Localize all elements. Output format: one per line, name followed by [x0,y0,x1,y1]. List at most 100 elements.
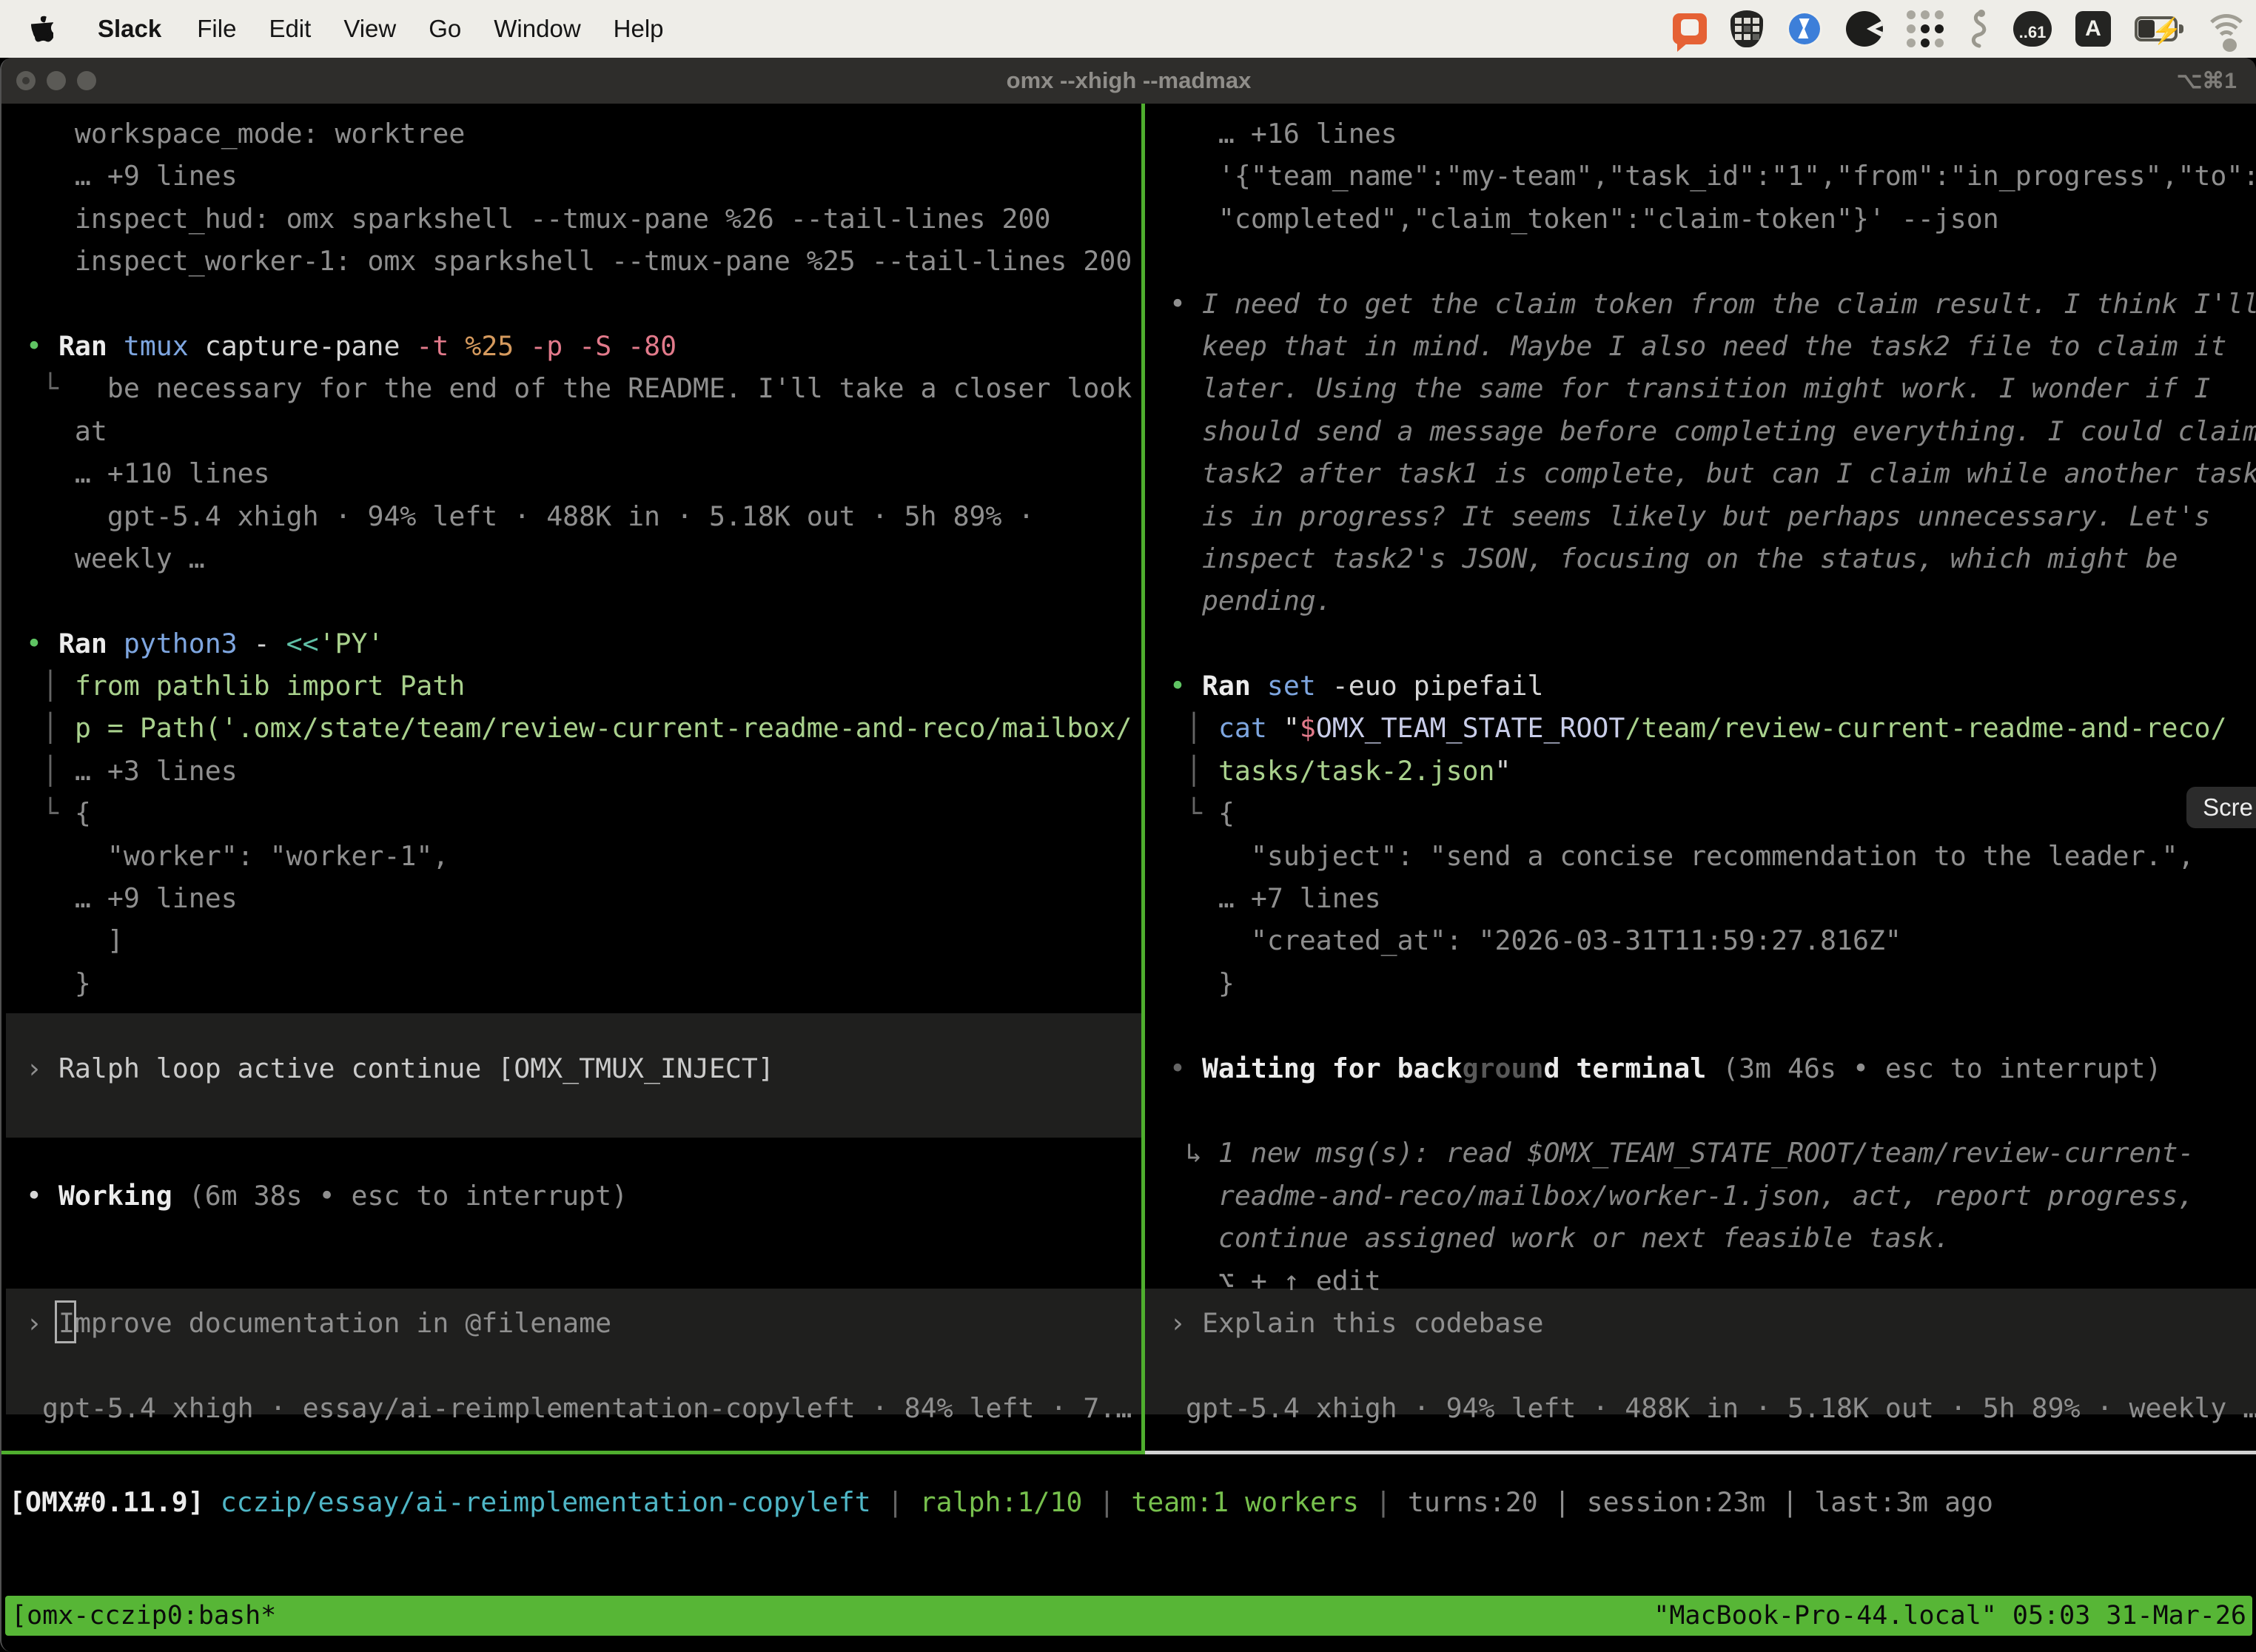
terminal-line: │ cat "$OMX_TEAM_STATE_ROOT/team/review-… [1169,707,2256,749]
terminal-line [26,1217,1141,1259]
dots-grid-icon[interactable] [1907,8,1944,50]
terminal-line: readme-and-reco/mailbox/worker-1.json, a… [1169,1175,2256,1217]
terminal-line: › Ralph loop active continue [OMX_TMUX_I… [26,1047,1141,1089]
window-title-bar: omx --xhigh --madmax ⌥⌘1 [1,58,2256,104]
chat-icon[interactable] [1673,8,1707,50]
terminal-line: … +110 lines [26,452,1141,494]
terminal-line: └ { [26,792,1141,834]
terminal-line: [OMX#0.11.9] cczip/essay/ai-reimplementa… [9,1481,2256,1523]
terminal-line: inspect_worker-1: omx sparkshell --tmux-… [26,240,1141,282]
menu-item-file[interactable]: File [181,15,252,43]
hud-pane[interactable]: [OMX#0.11.9] cczip/essay/ai-reimplementa… [1,1454,2256,1652]
blue-bolt-badge-icon[interactable] [1787,8,1822,50]
terminal-line: • Ran set -euo pipefail [1169,665,2256,707]
terminal-line: gpt-5.4 xhigh · 94% left · 488K in · 5.1… [26,495,1141,537]
terminal-line: continue assigned work or next feasible … [1169,1217,2256,1259]
terminal-line: gpt-5.4 xhigh · 94% left · 488K in · 5.1… [1169,1387,2256,1429]
terminal-line [1169,622,2256,665]
terminal-line: weekly … [26,537,1141,580]
terminal-line: } [26,962,1141,1004]
battery-charging-icon[interactable]: ⚡ [2135,8,2183,50]
window-title: omx --xhigh --madmax [1,67,2256,94]
terminal-line: task2 after task1 is complete, but can I… [1169,452,2256,494]
terminal-line: '{"team_name":"my-team","task_id":"1","f… [1169,155,2256,197]
terminal-line: │ from pathlib import Path [26,665,1141,707]
terminal-line [26,1132,1141,1174]
terminal-line: ⌥ + ↑ edit [1169,1260,2256,1302]
window-shortcut-hint: ⌥⌘1 [2177,68,2237,94]
terminal-line [26,283,1141,325]
terminal-line: ] [26,919,1141,961]
terminal-line: "worker": "worker-1", [26,835,1141,877]
wifi-icon[interactable] [2207,8,2246,50]
hook-icon[interactable] [1967,8,1990,50]
terminal-line [26,1089,1141,1132]
terminal-line: … +9 lines [26,877,1141,919]
terminal-line: "subject": "send a concise recommendatio… [1169,835,2256,877]
screen: Slack FileEditViewGoWindowHelp [0,0,2256,1652]
status-icons: ..61 A ⚡ [1673,8,2246,50]
terminal-line: … +9 lines [26,155,1141,197]
terminal-line: │ … +3 lines [26,750,1141,792]
terminal-line: later. Using the same for transition mig… [1169,367,2256,409]
screen-tooltip: Scre [2186,787,2256,828]
terminal-line: ↳ 1 new msg(s): read $OMX_TEAM_STATE_ROO… [1169,1132,2256,1174]
apple-menu-icon[interactable] [31,14,56,44]
menu-item-window[interactable]: Window [477,15,597,43]
right-pane[interactable]: … +16 lines '{"team_name":"my-team","tas… [1145,104,2256,1451]
terminal-line: • Working (6m 38s • esc to interrupt) [26,1175,1141,1217]
terminal-line [26,1344,1141,1386]
terminal-line [26,580,1141,622]
menu-item-help[interactable]: Help [597,15,680,43]
terminal-line [1169,1004,2256,1047]
terminal-line: "created_at": "2026-03-31T11:59:27.816Z" [1169,919,2256,961]
left-pane-lines: workspace_mode: worktree … +9 lines insp… [1,104,1141,1429]
shield-grid-icon[interactable] [1730,8,1763,50]
terminal-line [1169,1344,2256,1386]
terminal-line: │ p = Path('.omx/state/team/review-curre… [26,707,1141,749]
input-source-icon[interactable]: A [2075,8,2111,50]
terminal-line: workspace_mode: worktree [26,113,1141,155]
terminal-line: › Explain this codebase [1169,1302,2256,1344]
terminal-line: • Waiting for background terminal (3m 46… [1169,1047,2256,1089]
terminal-line: … +16 lines [1169,113,2256,155]
camera-wedge-icon[interactable] [1846,8,1883,50]
gauge-badge-icon[interactable]: ..61 [2013,8,2052,50]
terminal-line: • Ran python3 - <<'PY' [26,622,1141,665]
terminal-line: └ be necessary for the end of the README… [26,367,1141,409]
terminal-window: omx --xhigh --madmax ⌥⌘1 workspace_mode:… [0,58,2256,1652]
terminal-line: should send a message before completing … [1169,410,2256,452]
tmux-session-label: [omx-cczip0:bash* [11,1601,276,1631]
terminal-line: … +7 lines [1169,877,2256,919]
terminal-line: at [26,410,1141,452]
right-pane-lines: … +16 lines '{"team_name":"my-team","tas… [1145,104,2256,1429]
terminal-line: • Ran tmux capture-pane -t %25 -p -S -80 [26,325,1141,367]
terminal-line [1169,240,2256,282]
terminal-line: • I need to get the claim token from the… [1169,283,2256,325]
terminal-line: is in progress? It seems likely but perh… [1169,495,2256,537]
terminal-line: gpt-5.4 xhigh · essay/ai-reimplementatio… [26,1387,1141,1429]
terminal-line: pending. [1169,580,2256,622]
menu-items: Slack FileEditViewGoWindowHelp [81,15,680,43]
menu-bar: Slack FileEditViewGoWindowHelp [0,0,2256,58]
tmux-terminal: workspace_mode: worktree … +9 lines insp… [1,104,2256,1451]
terminal-line: └ { [1169,792,2256,834]
menu-item-view[interactable]: View [327,15,412,43]
terminal-line: "completed","claim_token":"claim-token"}… [1169,198,2256,240]
terminal-line: inspect task2's JSON, focusing on the st… [1169,537,2256,580]
terminal-line [26,1004,1141,1047]
menu-item-app[interactable]: Slack [81,15,181,43]
omx-status-line: [OMX#0.11.9] cczip/essay/ai-reimplementa… [1,1454,2256,1523]
terminal-line: inspect_hud: omx sparkshell --tmux-pane … [26,198,1141,240]
terminal-line: │ tasks/task-2.json" [1169,750,2256,792]
terminal-line: } [1169,962,2256,1004]
left-pane[interactable]: workspace_mode: worktree … +9 lines insp… [1,104,1141,1451]
terminal-line: › Improve documentation in @filename [26,1302,1141,1344]
terminal-line [26,1260,1141,1302]
terminal-line [1169,1089,2256,1132]
menu-item-edit[interactable]: Edit [252,15,327,43]
tmux-host-clock: "MacBook-Pro-44.local" 05:03 31-Mar-26 [1654,1601,2246,1631]
tmux-status-bar: [omx-cczip0:bash* "MacBook-Pro-44.local"… [5,1596,2252,1636]
terminal-line: keep that in mind. Maybe I also need the… [1169,325,2256,367]
menu-item-go[interactable]: Go [412,15,477,43]
